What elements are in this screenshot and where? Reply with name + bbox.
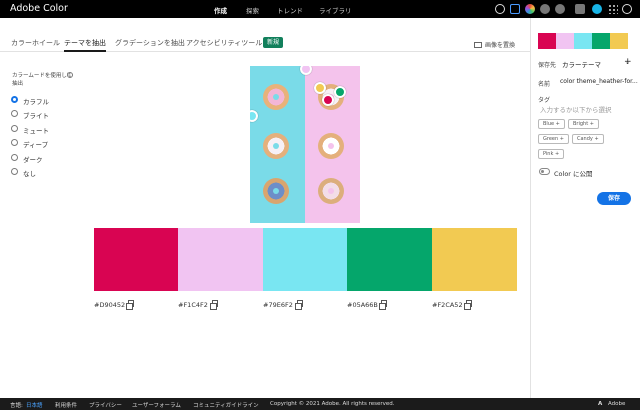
tab-color-wheel[interactable]: カラーホイール <box>11 38 60 48</box>
save-button[interactable]: 保存 <box>597 192 631 205</box>
radio-icon[interactable] <box>11 125 18 132</box>
hex-code-4[interactable]: #05A66B <box>347 301 378 309</box>
color-picker-handle[interactable] <box>322 94 334 106</box>
source-image[interactable] <box>250 66 360 223</box>
color-picker-handle[interactable] <box>314 82 326 94</box>
app-brand[interactable]: Adobe Color <box>10 3 68 14</box>
radio-icon[interactable] <box>11 139 18 146</box>
tab-extract-theme[interactable]: テーマを抽出 <box>64 38 106 52</box>
save-to-select[interactable]: カラーテーマ <box>562 59 601 69</box>
tab-accessibility-tools[interactable]: アクセシビリティツール <box>186 38 262 48</box>
apps-grid-icon[interactable] <box>608 4 618 14</box>
donut-image <box>263 133 289 159</box>
donut-image <box>318 133 344 159</box>
color-wheel-icon[interactable] <box>525 4 535 14</box>
help-icon[interactable] <box>540 4 550 14</box>
tab-extract-gradient[interactable]: グラデーションを抽出 <box>115 38 185 48</box>
theme-panel: 保存先 カラーテーマ ⌄ + 名前 color theme_heather-fo… <box>530 18 640 398</box>
copy-icon[interactable] <box>379 300 387 310</box>
donut-image <box>263 84 289 110</box>
language-label: 言語: <box>10 403 23 409</box>
swatch-4[interactable] <box>347 228 432 291</box>
hex-code-2[interactable]: #F1C4F2 <box>178 301 208 309</box>
nav-explore[interactable]: 探索 <box>246 5 259 15</box>
color-picker-handle[interactable] <box>334 86 346 98</box>
mini-swatch-1 <box>538 33 556 49</box>
donut-image <box>263 178 289 204</box>
tag-chip-pink[interactable]: Pink + <box>538 149 565 159</box>
replace-image-label: 画像を置換 <box>485 42 516 49</box>
copyright: Copyright © 2021 Adobe. All rights reser… <box>270 401 395 407</box>
swatch-5[interactable] <box>432 228 517 291</box>
radio-checked-icon[interactable] <box>11 96 18 103</box>
device-icon[interactable] <box>510 4 520 14</box>
publish-label: Color に公開 <box>554 170 593 178</box>
swatch-2[interactable] <box>178 228 263 291</box>
swatch-1[interactable] <box>94 228 179 291</box>
footer-link-privacy[interactable]: プライバシー <box>89 401 122 409</box>
tag-chip-green[interactable]: Green + <box>538 134 569 144</box>
hex-code-1[interactable]: #D90452 <box>94 301 125 309</box>
radio-icon[interactable] <box>11 110 18 117</box>
adobe-logo-icon: A <box>598 401 603 407</box>
tags-input[interactable]: 入力するか以下から選択 <box>540 104 612 114</box>
tag-chip-candy[interactable]: Candy + <box>572 134 604 144</box>
copy-icon[interactable] <box>464 300 472 310</box>
replace-image-button[interactable]: 画像を置換 <box>474 40 515 49</box>
name-label: 名前 <box>538 81 551 88</box>
footer-link-guidelines[interactable]: コミュニティガイドライン <box>193 401 259 409</box>
name-field[interactable]: color theme_heather-for... <box>560 78 638 85</box>
mini-swatch-3 <box>574 33 592 49</box>
mini-swatch-2 <box>556 33 574 49</box>
tag-chip-bright[interactable]: Bright + <box>568 119 599 129</box>
info-circle-icon[interactable] <box>555 4 565 14</box>
footer-link-forum[interactable]: ユーザーフォーラム <box>132 401 181 409</box>
message-icon[interactable] <box>575 4 585 14</box>
adobe-label: Adobe <box>608 401 626 407</box>
hex-code-3[interactable]: #79E6F2 <box>263 301 293 309</box>
footer: 言語: 日本語 利用条件 プライバシー ユーザーフォーラム コミュニティガイドラ… <box>0 398 640 410</box>
mini-swatch-5 <box>610 33 628 49</box>
nav-trends[interactable]: トレンド <box>277 5 303 15</box>
avatar[interactable] <box>592 4 602 14</box>
hex-code-5[interactable]: #F2CA52 <box>432 301 463 309</box>
donut-image <box>318 178 344 204</box>
copy-icon[interactable] <box>210 300 218 310</box>
tag-chip-blue[interactable]: Blue + <box>538 119 565 129</box>
top-bar: Adobe Color 作成 探索 トレンド ライブラリ <box>0 0 640 18</box>
language-selector[interactable]: 日本語 <box>26 401 43 409</box>
radio-icon[interactable] <box>11 168 18 175</box>
gear-icon[interactable] <box>495 4 505 14</box>
swatch-3[interactable] <box>263 228 348 291</box>
copy-icon[interactable] <box>295 300 303 310</box>
radio-icon[interactable] <box>11 154 18 161</box>
info-icon[interactable]: i <box>67 72 73 78</box>
mood-title: カラームードを使用して抽出 <box>12 73 73 87</box>
nav-libraries[interactable]: ライブラリ <box>319 5 352 15</box>
adobe-cloud-icon[interactable] <box>622 4 632 14</box>
save-to-label: 保存先 <box>538 62 557 69</box>
publish-toggle[interactable] <box>539 168 550 175</box>
image-icon <box>474 42 482 48</box>
tags-label: タグ <box>538 97 551 104</box>
new-badge: 新規 <box>263 37 284 48</box>
mini-swatch-4 <box>592 33 610 49</box>
footer-link-terms[interactable]: 利用条件 <box>55 401 77 409</box>
copy-icon[interactable] <box>126 300 134 310</box>
nav-create[interactable]: 作成 <box>214 5 227 15</box>
add-button[interactable]: + <box>624 57 632 67</box>
